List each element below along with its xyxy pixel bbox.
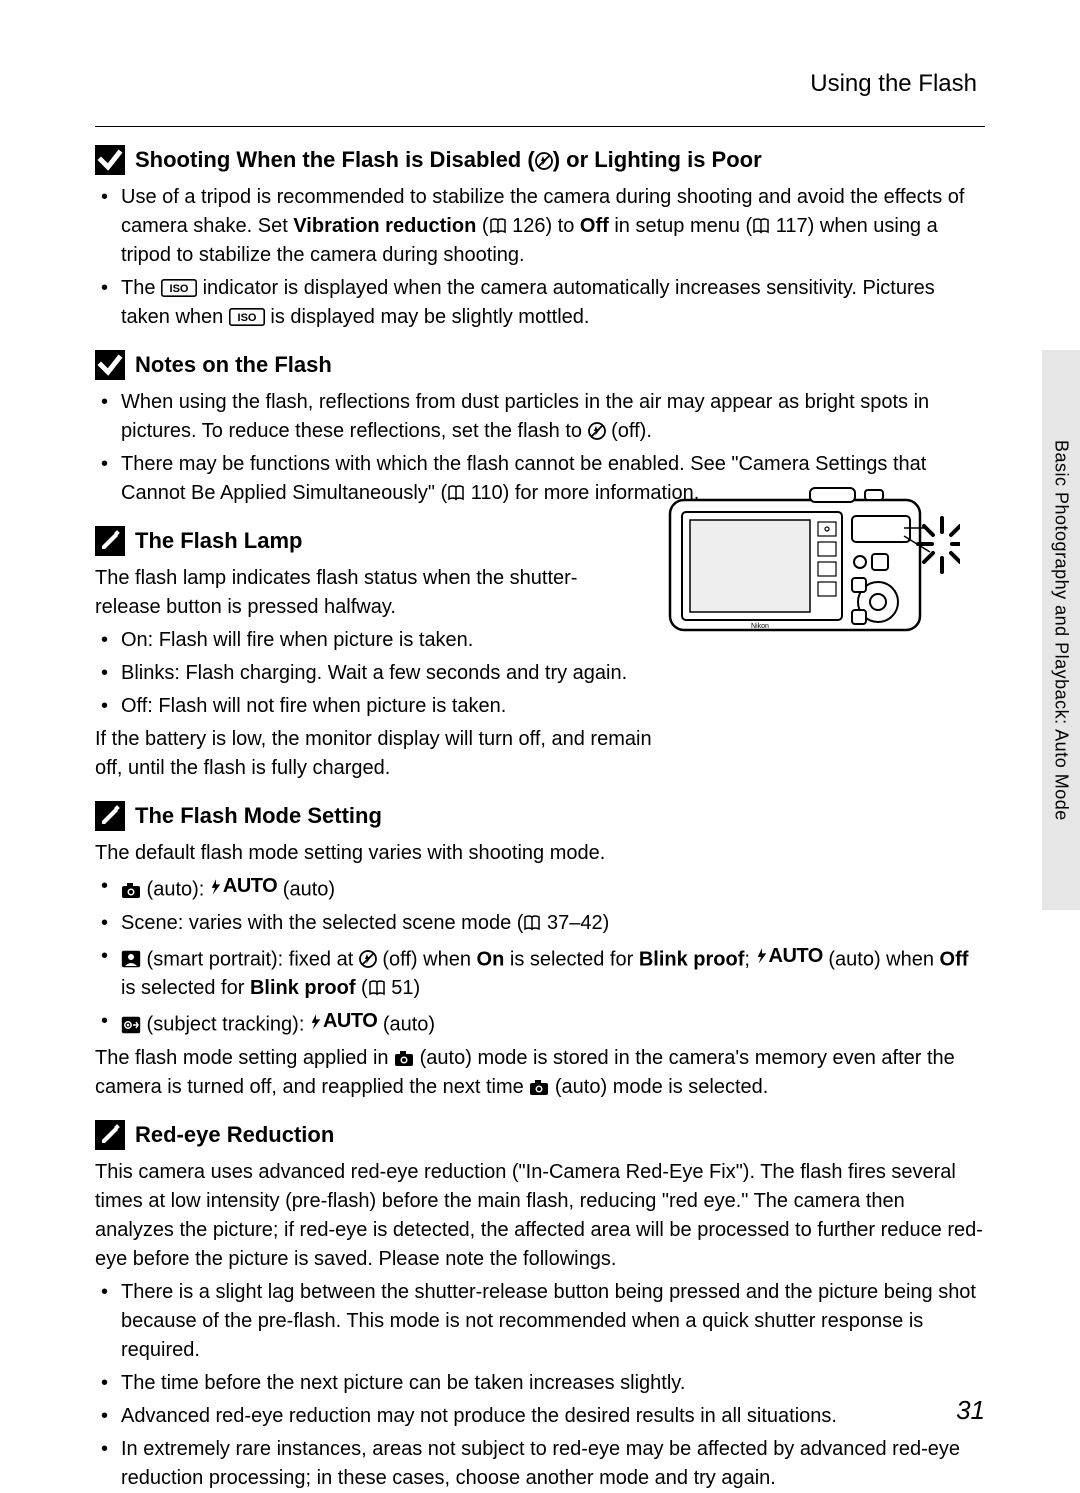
list-item: (subject tracking): AUTO (auto) (95, 1007, 985, 1040)
bullet-list: (auto): AUTO (auto) Scene: varies with t… (95, 872, 985, 1040)
note-icon (95, 526, 125, 556)
paragraph: This camera uses advanced red-eye reduct… (95, 1158, 985, 1274)
camera-auto-icon (394, 1049, 414, 1067)
section-title: Notes on the Flash (135, 352, 332, 378)
section-shooting-disabled: Shooting When the Flash is Disabled ( ) o… (95, 145, 985, 175)
svg-text:Nikon: Nikon (751, 623, 769, 630)
book-ref-icon (489, 217, 507, 235)
book-ref-icon (523, 914, 541, 932)
bullet-list: On: Flash will fire when picture is take… (95, 626, 655, 721)
flash-off-icon (535, 152, 553, 170)
list-item: There is a slight lag between the shutte… (95, 1278, 985, 1365)
running-head: Using the Flash (95, 70, 985, 98)
list-item: On: Flash will fire when picture is take… (95, 626, 655, 655)
bullet-list: Use of a tripod is recommended to stabil… (95, 183, 985, 332)
book-ref-icon (368, 979, 386, 997)
list-item: Scene: varies with the selected scene mo… (95, 909, 985, 938)
section-tab-label: Basic Photography and Playback: Auto Mod… (1051, 440, 1072, 821)
bullet-list: There is a slight lag between the shutte… (95, 1278, 985, 1493)
warning-icon (95, 350, 125, 380)
list-item: In extremely rare instances, areas not s… (95, 1435, 985, 1493)
list-item: Advanced red-eye reduction may not produ… (95, 1402, 985, 1431)
list-item: (smart portrait): fixed at (off) when On… (95, 942, 985, 1004)
flash-auto-icon: AUTO (210, 872, 277, 901)
camera-illustration: Nikon (660, 480, 960, 645)
iso-icon (161, 279, 197, 297)
page-number: 31 (956, 1395, 985, 1426)
subject-tracking-icon (121, 1016, 141, 1034)
section-red-eye: Red-eye Reduction (95, 1120, 985, 1150)
flash-off-icon (359, 950, 377, 968)
section-title: Shooting When the Flash is Disabled ( ) o… (135, 147, 762, 173)
smart-portrait-icon (121, 950, 141, 968)
flash-off-icon (588, 422, 606, 440)
list-item: The indicator is displayed when the came… (95, 274, 985, 332)
manual-page: Basic Photography and Playback: Auto Mod… (0, 0, 1080, 1486)
list-item: The time before the next picture can be … (95, 1369, 985, 1398)
title-text: Shooting When the Flash is Disabled ( (135, 147, 535, 172)
flash-auto-icon: AUTO (310, 1007, 377, 1036)
paragraph: If the battery is low, the monitor displ… (95, 725, 675, 783)
book-ref-icon (447, 484, 465, 502)
section-title: Red-eye Reduction (135, 1122, 334, 1148)
book-ref-icon (752, 217, 770, 235)
paragraph: The default flash mode setting varies wi… (95, 839, 985, 868)
section-tab: Basic Photography and Playback: Auto Mod… (1042, 350, 1080, 910)
iso-icon (229, 308, 265, 326)
camera-auto-icon (529, 1078, 549, 1096)
list-item: Blinks: Flash charging. Wait a few secon… (95, 659, 655, 688)
section-title: The Flash Lamp (135, 528, 302, 554)
list-item: (auto): AUTO (auto) (95, 872, 985, 905)
section-notes-flash: Notes on the Flash (95, 350, 985, 380)
camera-auto-icon (121, 881, 141, 899)
paragraph: The flash mode setting applied in (auto)… (95, 1044, 985, 1102)
paragraph: The flash lamp indicates flash status wh… (95, 564, 635, 622)
warning-icon (95, 145, 125, 175)
list-item: When using the flash, reflections from d… (95, 388, 985, 446)
list-item: Use of a tripod is recommended to stabil… (95, 183, 985, 270)
header-rule (95, 126, 985, 127)
section-flash-mode: The Flash Mode Setting (95, 801, 985, 831)
note-icon (95, 1120, 125, 1150)
title-text: ) or Lighting is Poor (553, 147, 762, 172)
section-title: The Flash Mode Setting (135, 803, 382, 829)
note-icon (95, 801, 125, 831)
list-item: Off: Flash will not fire when picture is… (95, 692, 655, 721)
flash-auto-icon: AUTO (756, 942, 823, 971)
